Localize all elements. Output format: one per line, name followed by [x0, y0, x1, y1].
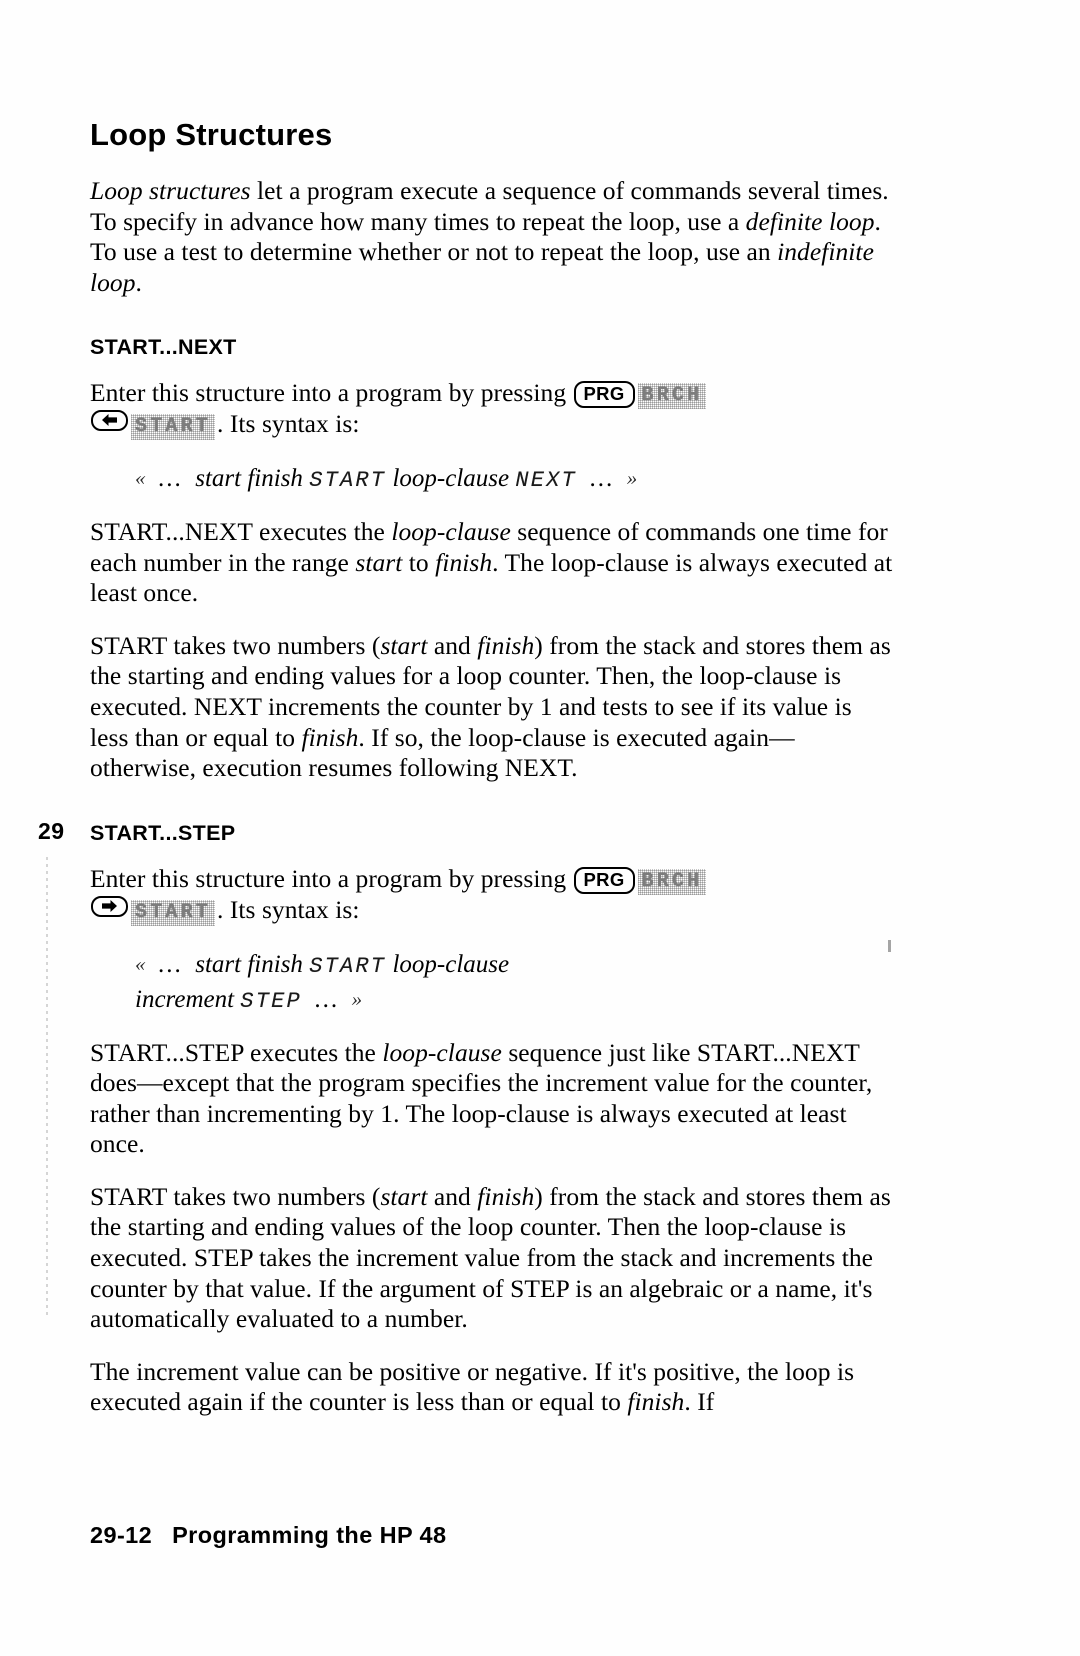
syntax-ellipsis-end: ...: [589, 465, 615, 493]
ss-p2-c: and: [427, 1181, 478, 1211]
ss-p3-c: . If: [684, 1387, 715, 1417]
syntax-ellipsis-start: ...: [158, 465, 183, 493]
intro-term-definite-loop: definite loop: [745, 206, 875, 236]
sn-p1-finish: finish: [435, 547, 493, 577]
syntax2-cmd-step: STEP: [240, 988, 302, 1014]
sn-p1-e: to: [402, 547, 436, 577]
menu-key-start-next[interactable]: START: [131, 414, 215, 440]
start-next-intro-tail: . Its syntax is:: [217, 409, 360, 439]
sn-p1-a: START...NEXT executes the: [90, 517, 392, 547]
key-left-arrow[interactable]: [91, 410, 128, 432]
start-step-para-2: START takes two numbers (start and finis…: [90, 1182, 895, 1335]
ss-p2-a: START takes two numbers (: [90, 1181, 381, 1211]
ss-p3-a: The increment value can be positive or n…: [90, 1356, 855, 1417]
syntax2-ellipsis-end: ...: [314, 985, 340, 1013]
syntax-start-next: « ... start finish START loop-clause NEX…: [90, 462, 895, 497]
heading-start-step: START...STEP: [90, 820, 236, 845]
ss-p2-finish: finish: [477, 1181, 535, 1211]
footer-page-number: 29-12: [90, 1522, 153, 1548]
start-step-intro-tail: . Its syntax is:: [217, 894, 360, 924]
chapter-tab-marker: 29: [38, 818, 65, 844]
start-step-para-3: The increment value can be positive or n…: [90, 1357, 895, 1418]
intro-text-6: .: [135, 267, 142, 297]
syntax2-cmd-start: START: [309, 953, 387, 979]
page-footer: 29-12 Programming the HP 48: [90, 1522, 446, 1549]
syntax2-close-delim: »: [351, 986, 363, 1011]
page-content: Loop Structures Loop structures let a pr…: [90, 117, 895, 1440]
footer-book-title: Programming the HP 48: [172, 1522, 447, 1548]
page-title: Loop Structures: [90, 117, 333, 152]
syntax-arg-finish: finish: [247, 465, 303, 493]
start-next-intro-lead: Enter this structure into a program by p…: [90, 378, 573, 408]
ss-p2-start: start: [380, 1181, 428, 1211]
manual-page: 29 Loop Structures Loop structures let a…: [0, 0, 1080, 1656]
margin-rule: [46, 855, 48, 1315]
syntax2-ellipsis-start: ...: [158, 950, 183, 978]
start-next-para-2: START takes two numbers (start and finis…: [90, 631, 895, 784]
sn-p2-c: and: [427, 630, 478, 660]
start-next-intro: Enter this structure into a program by p…: [90, 378, 895, 440]
syntax2-arg-start: start: [195, 950, 242, 978]
ss-p1-loop-clause: loop-clause: [382, 1037, 502, 1067]
key-right-arrow[interactable]: [91, 895, 128, 917]
syntax-start-step: « ... start finish START loop-clause incr…: [90, 948, 895, 1018]
intro-term-loop-structures: Loop structures: [90, 176, 251, 206]
syntax-arg-loop-clause: loop-clause: [392, 465, 510, 493]
heading-start-next: START...NEXT: [90, 335, 237, 360]
ss-p3-finish: finish: [627, 1387, 685, 1417]
syntax-open-delim: «: [135, 466, 146, 491]
menu-key-brch[interactable]: BRCH: [638, 383, 707, 409]
start-step-intro-lead: Enter this structure into a program by p…: [90, 863, 573, 893]
menu-key-brch-2[interactable]: BRCH: [638, 869, 707, 895]
sn-p2-finish-2: finish: [301, 722, 359, 752]
sn-p2-a: START takes two numbers (: [90, 630, 381, 660]
start-step-intro: Enter this structure into a program by p…: [90, 864, 895, 926]
intro-paragraph: Loop structures let a program execute a …: [90, 176, 895, 298]
syntax-arg-start: start: [195, 465, 242, 493]
syntax-cmd-next: NEXT: [515, 468, 577, 494]
sn-p2-start: start: [380, 630, 428, 660]
syntax-cmd-start: START: [309, 468, 387, 494]
sn-p2-finish: finish: [477, 630, 535, 660]
syntax2-arg-increment: increment: [135, 985, 235, 1013]
syntax2-open-delim: «: [135, 951, 146, 976]
sn-p1-loop-clause: loop-clause: [391, 517, 511, 547]
ss-p1-a: START...STEP executes the: [90, 1037, 383, 1067]
key-prg-2[interactable]: PRG: [573, 866, 635, 894]
start-next-para-1: START...NEXT executes the loop-clause se…: [90, 517, 895, 609]
key-prg[interactable]: PRG: [573, 381, 635, 409]
syntax2-arg-loop-clause: loop-clause: [392, 950, 510, 978]
syntax-close-delim: »: [626, 466, 638, 491]
syntax2-arg-finish: finish: [247, 950, 303, 978]
start-step-para-1: START...STEP executes the loop-clause se…: [90, 1038, 895, 1160]
sn-p1-start: start: [355, 547, 403, 577]
menu-key-start-step[interactable]: START: [131, 900, 215, 926]
